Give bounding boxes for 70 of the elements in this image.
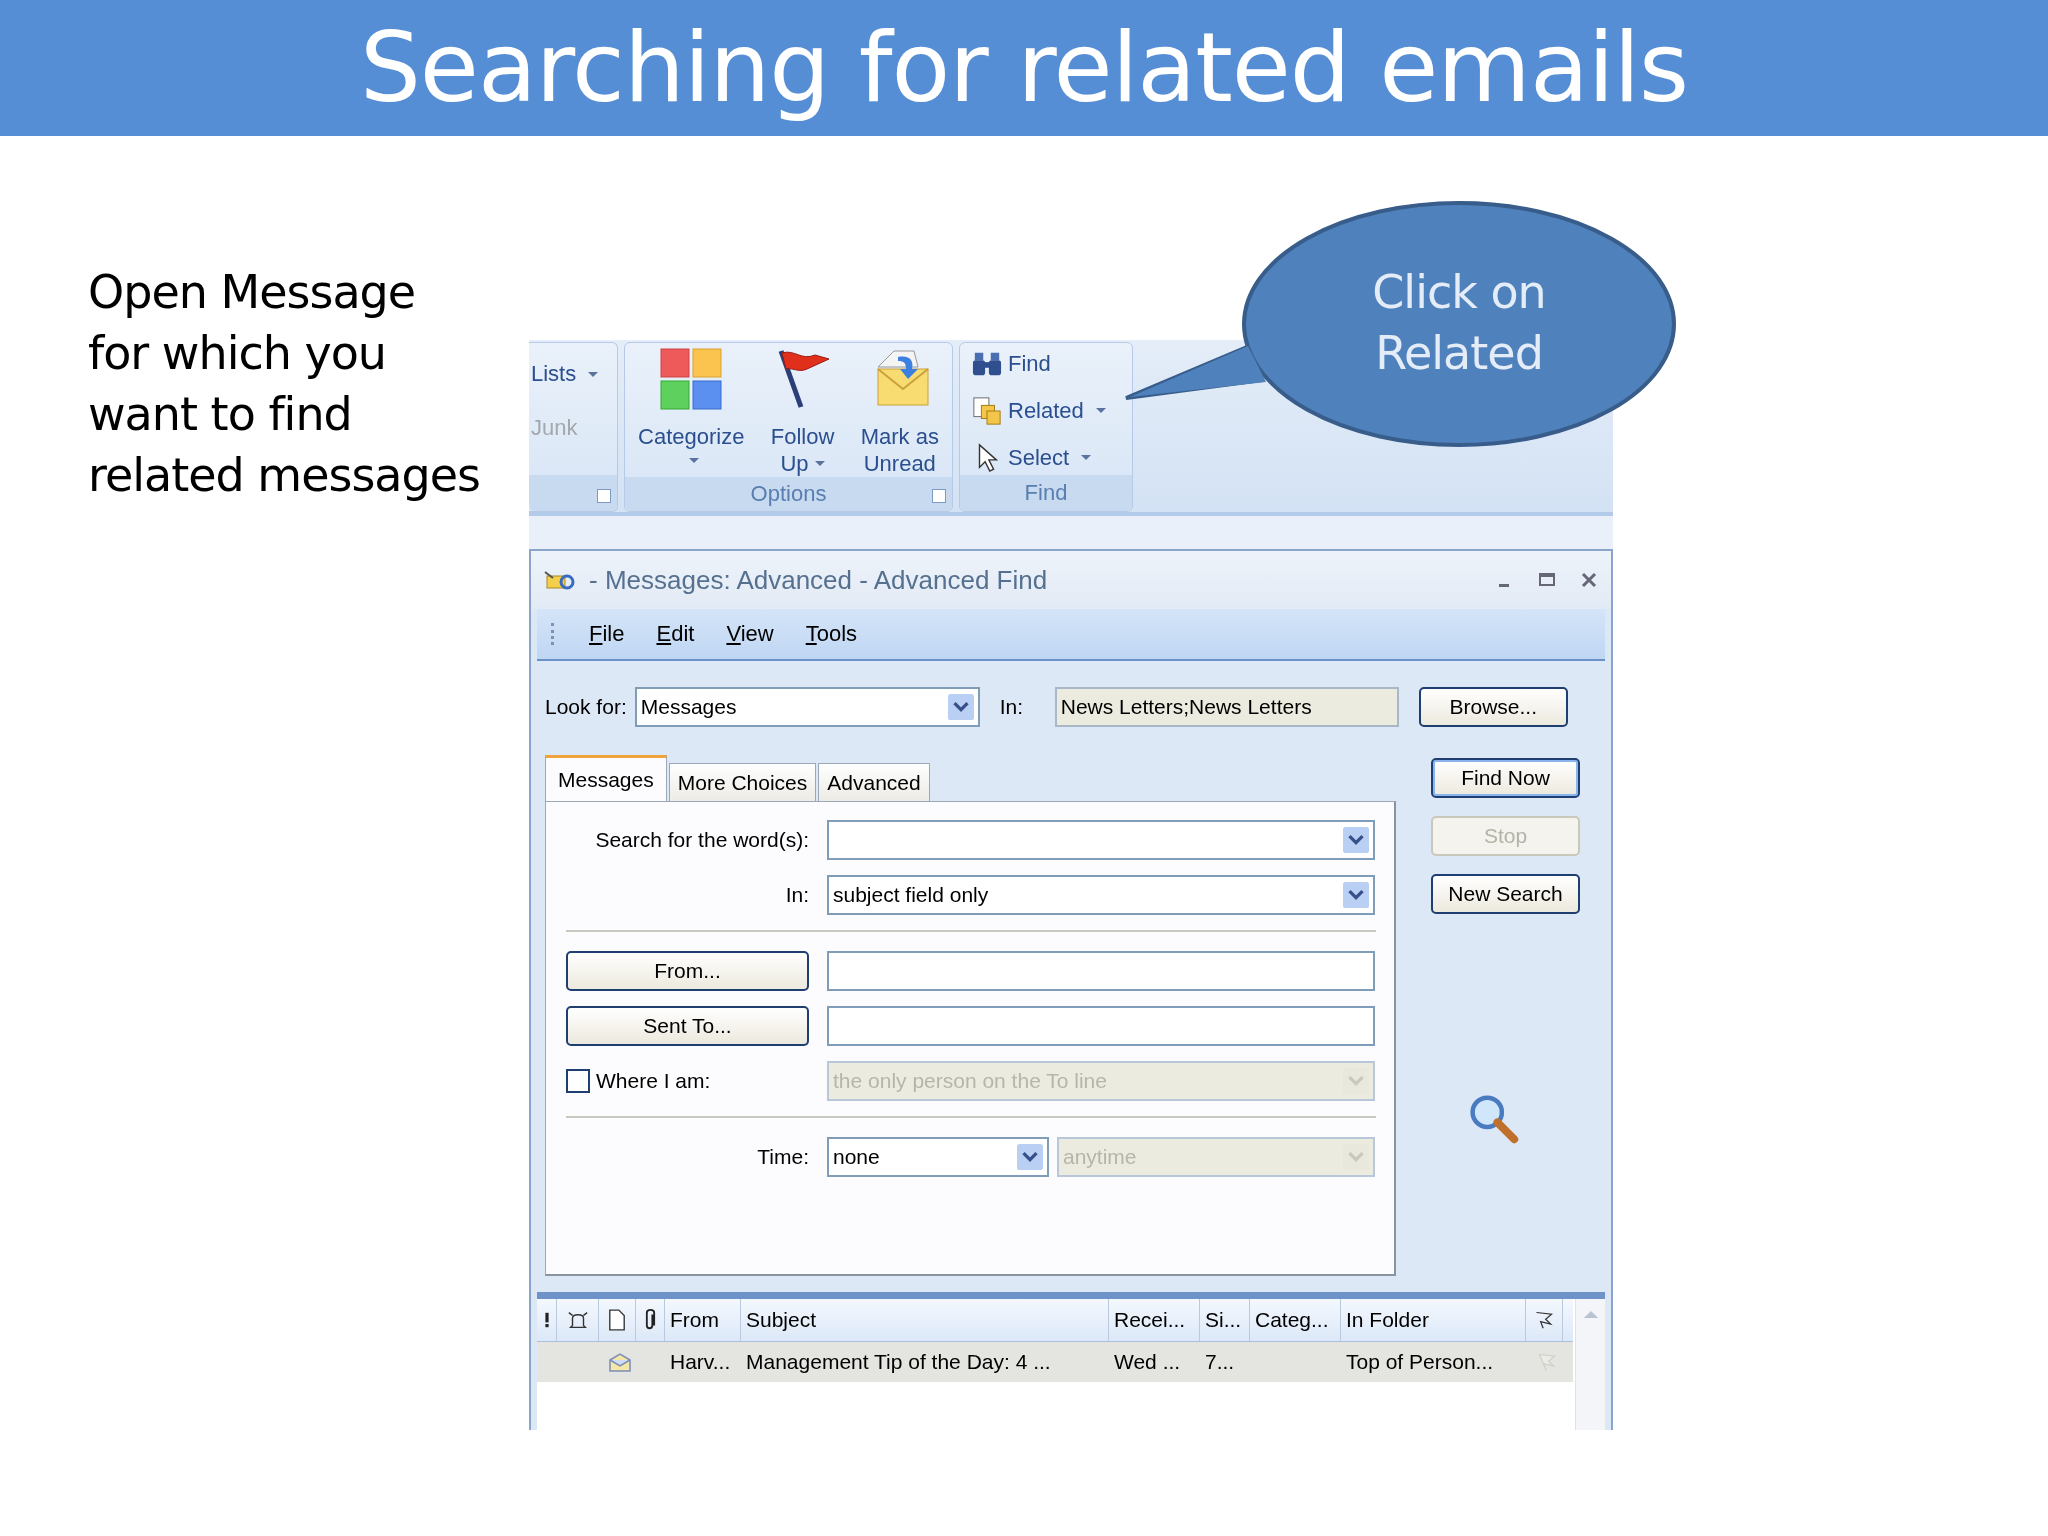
column-header[interactable]: From — [665, 1299, 741, 1341]
sent-to-button[interactable]: Sent To... — [566, 1006, 809, 1046]
menu-item[interactable]: View — [726, 621, 774, 647]
look-for-label: Look for: — [545, 695, 627, 719]
search-words-label: Search for the word(s): — [594, 828, 809, 852]
search-words-field[interactable] — [827, 820, 1375, 860]
dialog-launcher-icon[interactable] — [932, 489, 946, 503]
column-header[interactable]: Si... — [1200, 1299, 1250, 1341]
ribbon-button[interactable]: Mark as Unread — [860, 347, 939, 477]
tab[interactable]: Messages — [545, 755, 667, 801]
bell-icon — [566, 1309, 589, 1331]
tab[interactable]: More Choices — [668, 763, 817, 801]
column-header[interactable]: In Folder — [1341, 1299, 1526, 1341]
table-cell-text: Management Tip of the Day: 4 ... — [745, 1350, 1052, 1374]
documents-icon — [972, 395, 1002, 426]
ribbon-item[interactable]: Lists — [531, 361, 617, 387]
in-label: In: — [999, 695, 1025, 719]
color-squares-icon — [659, 347, 724, 411]
ribbon-button[interactable]: Follow Up — [770, 347, 835, 477]
ribbon-button[interactable]: Categorize — [638, 347, 745, 477]
importance-icon — [542, 1310, 551, 1330]
group-label: Options — [750, 481, 827, 507]
browse-button[interactable]: Browse... — [1418, 687, 1568, 727]
action-button[interactable]: New Search — [1431, 874, 1580, 914]
time-label: Time: — [756, 1145, 809, 1169]
envelope-icon — [608, 1352, 632, 1372]
column-header[interactable]: Recei... — [1109, 1299, 1200, 1341]
tab[interactable]: Advanced — [818, 763, 930, 801]
dialog-launcher-icon[interactable] — [597, 489, 611, 503]
caret-icon — [1095, 408, 1106, 413]
table-cell-text: Harv... — [669, 1350, 732, 1374]
in-label: In: — [784, 883, 809, 907]
table-cell-text: Wed ... — [1113, 1350, 1182, 1374]
action-button[interactable]: Find Now — [1431, 758, 1580, 798]
folder-field: News Letters;News Letters — [1054, 687, 1399, 727]
column-header[interactable]: Categ... — [1250, 1299, 1341, 1341]
look-for-dropdown[interactable]: Messages — [634, 687, 980, 727]
body-text: Open Message for which you want to find related messages — [88, 264, 482, 504]
menu-item[interactable]: Edit — [656, 621, 695, 647]
time-dropdown[interactable]: none — [827, 1137, 1049, 1177]
paperclip-icon — [644, 1309, 656, 1331]
group-label: Find — [1024, 480, 1068, 506]
table-cell-text: 7... — [1204, 1350, 1236, 1374]
document-icon — [608, 1309, 626, 1331]
caret-icon — [1081, 455, 1092, 460]
ribbon-item[interactable]: Find — [972, 347, 1132, 380]
close-icon[interactable] — [1579, 570, 1599, 590]
app-icon — [543, 568, 575, 592]
scroll-up-icon[interactable] — [1581, 1309, 1600, 1320]
callout-text: Click on Related — [1371, 264, 1547, 382]
slide-title: Searching for related emails — [359, 12, 1689, 124]
caret-icon — [689, 457, 700, 463]
ribbon-item[interactable]: Related — [972, 394, 1132, 427]
scrollbar[interactable] — [1575, 1299, 1605, 1430]
table-cell-text: Top of Person... — [1345, 1350, 1495, 1374]
ribbon-item[interactable]: Select — [972, 441, 1132, 474]
sent-to-field[interactable] — [827, 1006, 1375, 1046]
column-header[interactable]: Subject — [741, 1299, 1109, 1341]
message-row[interactable]: Harv... Management Tip of the Day: 4 ... Wed ... 7... Top of Person... — [537, 1342, 1573, 1382]
menu-item[interactable]: Tools — [805, 621, 858, 647]
caret-icon — [814, 461, 825, 466]
from-field[interactable] — [827, 951, 1375, 991]
caret-icon — [588, 371, 599, 377]
window-title: - Messages: Advanced - Advanced Find — [589, 564, 1049, 596]
in-dropdown[interactable]: subject field only — [827, 875, 1375, 915]
from-button[interactable]: From... — [566, 951, 809, 991]
where-i-am-label: Where I am: — [596, 1069, 711, 1093]
magnifier-icon — [1467, 1092, 1521, 1146]
menu-item[interactable]: File — [589, 621, 625, 647]
grip-icon — [551, 623, 557, 645]
